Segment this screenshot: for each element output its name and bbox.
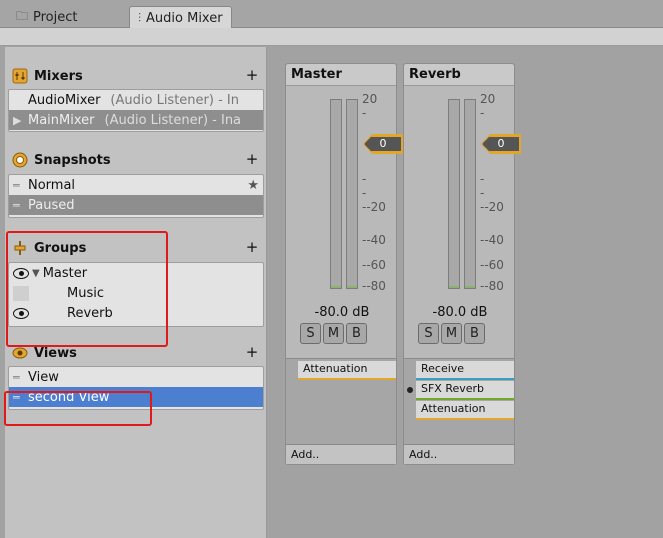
expand-triangle-icon[interactable]: ▶ — [13, 114, 24, 127]
bypass-button[interactable]: B — [346, 323, 367, 344]
mixer-item-name: MainMixer — [28, 112, 95, 128]
mixer-asset-icon — [11, 67, 29, 85]
mixer-item-desc: (Audio Listener) - Ina — [104, 112, 242, 128]
toolbar — [0, 28, 663, 46]
snapshot-icon — [11, 151, 29, 169]
highlight-groups — [6, 231, 168, 347]
tab-project[interactable]: 🗀 Project — [8, 6, 86, 28]
views-title: Views — [34, 345, 77, 361]
effect-receive[interactable]: Receive — [416, 361, 514, 380]
channel-strip-master: Master 20 - - - --20 --40 --60 --80 0 -8… — [285, 63, 403, 465]
bypass-button[interactable]: B — [464, 323, 485, 344]
add-effect-button[interactable]: Add.. — [286, 444, 396, 464]
fader-value[interactable]: 0 — [482, 136, 520, 152]
db-readout: -80.0 dB — [432, 305, 488, 320]
strip-title: Master — [286, 64, 396, 86]
db-scale: 20 - - - --20 --40 --60 --80 — [480, 92, 504, 293]
effect-attenuation[interactable]: Attenuation — [416, 401, 514, 420]
drag-handle-icon[interactable]: ═ — [13, 199, 24, 212]
fader-value[interactable]: 0 — [364, 136, 402, 152]
add-snapshot-button[interactable]: + — [245, 150, 259, 168]
db-readout: -80.0 dB — [314, 305, 370, 320]
effects-list: Attenuation — [286, 358, 396, 444]
mixers-list: AudioMixer (Audio Listener) - In ▶ MainM… — [8, 89, 264, 132]
tab-audio-mixer-label: Audio Mixer — [146, 10, 223, 26]
mixer-item-name: AudioMixer — [28, 92, 101, 108]
tab-project-label: Project — [33, 9, 78, 25]
snapshot-item[interactable]: ═ Normal ★ — [9, 175, 263, 195]
view-item-label: View — [28, 369, 59, 385]
view-item[interactable]: ═ View — [9, 367, 263, 387]
level-meter-left — [330, 99, 342, 289]
level-meter-right — [464, 99, 476, 289]
mixer-item-desc: (Audio Listener) - In — [110, 92, 239, 108]
mixers-header: Mixers + — [11, 66, 263, 86]
active-effect-dot-icon — [407, 387, 413, 393]
add-group-button[interactable]: + — [245, 238, 259, 256]
add-effect-button[interactable]: Add.. — [404, 444, 514, 464]
effect-attenuation[interactable]: Attenuation — [298, 361, 396, 380]
snapshots-list: ═ Normal ★ ═ Paused — [8, 174, 264, 218]
strip-buttons: S M B — [300, 323, 367, 344]
snapshot-item-label: Normal — [28, 177, 76, 193]
solo-button[interactable]: S — [300, 323, 321, 344]
db-scale: 20 - - - --20 --40 --60 --80 — [362, 92, 386, 293]
mute-button[interactable]: M — [323, 323, 344, 344]
star-icon[interactable]: ★ — [247, 178, 259, 193]
strip-buttons: S M B — [418, 323, 485, 344]
level-meter-right — [346, 99, 358, 289]
snapshot-item-label: Paused — [28, 197, 75, 213]
mixers-title: Mixers — [34, 68, 83, 84]
mixer-item[interactable]: AudioMixer (Audio Listener) - In — [9, 90, 263, 110]
tab-bar: 🗀 Project ⫶ Audio Mixer — [0, 0, 663, 29]
highlight-second-view — [4, 391, 152, 426]
folder-icon: 🗀 — [16, 8, 29, 23]
mixer-icon: ⫶ — [138, 10, 142, 25]
strip-title: Reverb — [404, 64, 514, 86]
add-mixer-button[interactable]: + — [245, 66, 259, 84]
mute-button[interactable]: M — [441, 323, 462, 344]
level-meter-left — [448, 99, 460, 289]
snapshots-title: Snapshots — [34, 152, 111, 168]
add-view-button[interactable]: + — [245, 343, 259, 361]
drag-handle-icon[interactable]: ═ — [13, 179, 24, 192]
snapshots-header: Snapshots + — [11, 150, 263, 170]
mixer-item-selected[interactable]: ▶ MainMixer (Audio Listener) - Ina — [9, 110, 263, 130]
tab-audio-mixer[interactable]: ⫶ Audio Mixer — [129, 6, 232, 29]
effects-list: Receive SFX Reverb Attenuation — [404, 358, 514, 444]
drag-handle-icon[interactable]: ═ — [13, 371, 24, 384]
effect-sfx-reverb[interactable]: SFX Reverb — [416, 381, 514, 400]
solo-button[interactable]: S — [418, 323, 439, 344]
snapshot-item-selected[interactable]: ═ Paused — [9, 195, 263, 215]
channel-strip-reverb: Reverb 20 - - - --20 --40 --60 --80 0 -8… — [403, 63, 521, 465]
